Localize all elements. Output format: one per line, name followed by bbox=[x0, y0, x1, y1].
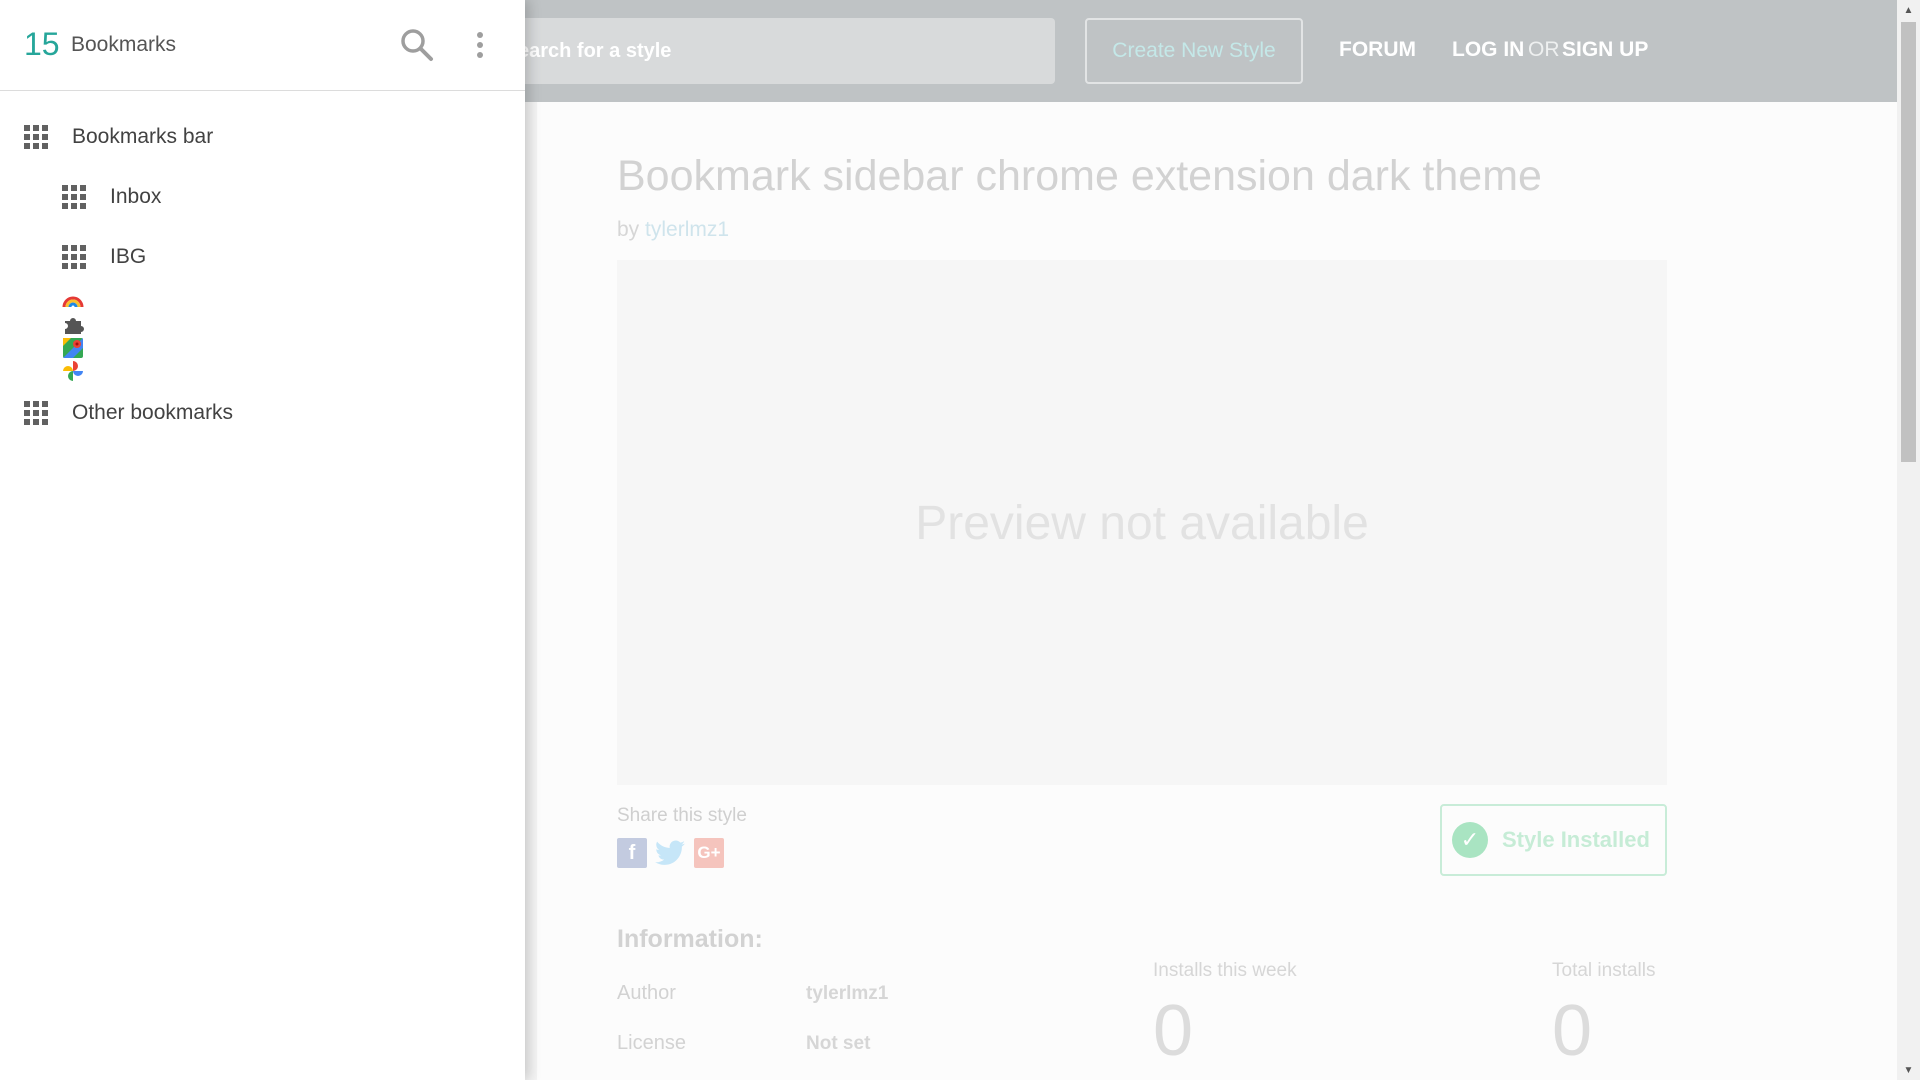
author-key: Author bbox=[617, 982, 676, 1004]
sidebar-item-ibg[interactable]: IBG bbox=[0, 235, 525, 279]
style-search-input[interactable]: earch for a style bbox=[500, 18, 1055, 84]
create-new-style-button[interactable]: Create New Style bbox=[1085, 18, 1303, 84]
signup-link[interactable]: SIGN UP bbox=[1562, 38, 1648, 62]
installs-week-value: 0 bbox=[1153, 991, 1194, 1071]
byline-prefix: by bbox=[617, 218, 640, 241]
more-vert-icon[interactable] bbox=[470, 27, 490, 63]
scroll-down-icon[interactable]: ▼ bbox=[1897, 1060, 1920, 1080]
folder-grid-icon bbox=[24, 125, 48, 149]
scroll-up-icon[interactable]: ▲ bbox=[1897, 0, 1920, 20]
style-installed-button[interactable]: ✓ Style Installed bbox=[1440, 804, 1667, 876]
login-link[interactable]: LOG IN bbox=[1452, 38, 1524, 62]
sidebar-item-bookmarks-bar[interactable]: Bookmarks bar bbox=[0, 115, 525, 159]
rainbow-icon[interactable] bbox=[62, 290, 84, 312]
sidebar-title: Bookmarks bbox=[71, 33, 177, 56]
forum-link[interactable]: FORUM bbox=[1339, 38, 1416, 62]
google-maps-icon[interactable] bbox=[62, 337, 84, 359]
sidebar-item-label: IBG bbox=[110, 245, 147, 268]
license-key: License bbox=[617, 1032, 686, 1054]
page-scrollbar[interactable]: ▲ ▼ bbox=[1897, 0, 1920, 1080]
puzzle-piece-icon[interactable] bbox=[62, 314, 84, 336]
sidebar-item-other-bookmarks[interactable]: Other bookmarks bbox=[0, 391, 525, 435]
scrollbar-thumb[interactable] bbox=[1901, 22, 1916, 462]
style-byline: by tylerlmz1 bbox=[617, 218, 729, 242]
installs-week-label: Installs this week bbox=[1153, 960, 1297, 981]
check-icon: ✓ bbox=[1452, 822, 1488, 858]
author-value: tylerlmz1 bbox=[806, 983, 889, 1004]
google-plus-icon[interactable]: G+ bbox=[694, 838, 724, 868]
folder-grid-icon bbox=[24, 401, 48, 425]
information-heading: Information: bbox=[617, 925, 763, 953]
search-icon[interactable] bbox=[399, 27, 435, 63]
twitter-icon[interactable] bbox=[655, 838, 685, 868]
sidebar-item-inbox[interactable]: Inbox bbox=[0, 175, 525, 219]
bookmark-count: 15 bbox=[24, 26, 60, 62]
share-label: Share this style bbox=[617, 805, 747, 826]
style-preview: Preview not available bbox=[617, 260, 1667, 785]
bookmarks-sidebar: 15 Bookmarks Bookmarks bar Inbox IBG Oth… bbox=[0, 0, 525, 1080]
nav-or-text: OR bbox=[1528, 38, 1560, 61]
author-link[interactable]: tylerlmz1 bbox=[645, 218, 729, 241]
total-installs-value: 0 bbox=[1552, 991, 1593, 1071]
folder-grid-icon bbox=[62, 185, 86, 209]
folder-grid-icon bbox=[62, 245, 86, 269]
total-installs-label: Total installs bbox=[1552, 960, 1656, 981]
style-installed-label: Style Installed bbox=[1502, 827, 1650, 852]
preview-unavailable-text: Preview not available bbox=[915, 497, 1369, 550]
google-photos-icon[interactable] bbox=[62, 360, 84, 382]
license-value: Not set bbox=[806, 1033, 871, 1054]
facebook-icon[interactable]: f bbox=[617, 838, 647, 868]
sidebar-item-label: Bookmarks bar bbox=[72, 125, 214, 148]
sidebar-header: 15 Bookmarks bbox=[0, 0, 525, 91]
sidebar-item-label: Inbox bbox=[110, 185, 162, 208]
search-placeholder: earch for a style bbox=[518, 40, 672, 62]
sidebar-item-label: Other bookmarks bbox=[72, 401, 234, 424]
page-title: Bookmark sidebar chrome extension dark t… bbox=[617, 152, 1542, 200]
